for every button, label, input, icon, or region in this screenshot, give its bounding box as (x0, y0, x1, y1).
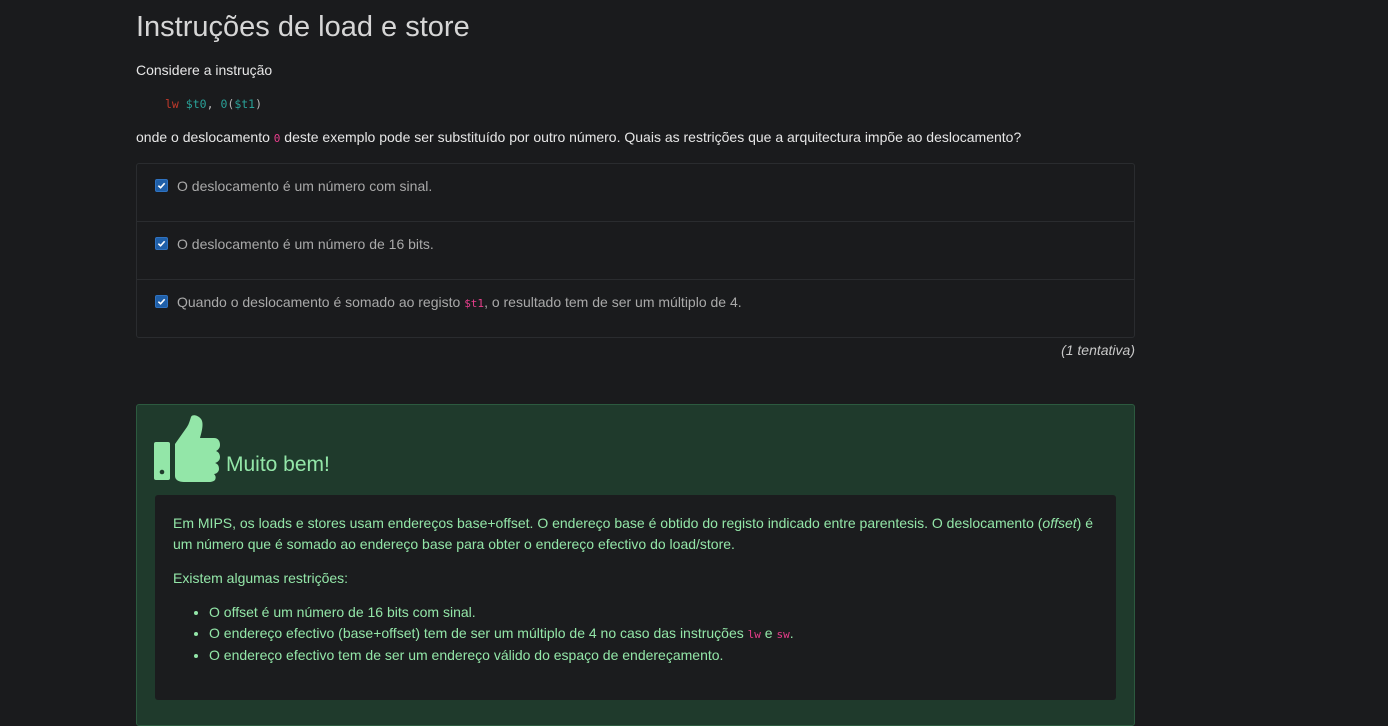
feedback-list: O offset é um número de 16 bits com sina… (173, 602, 1098, 666)
feedback-body: Em MIPS, os loads e stores usam endereço… (155, 495, 1116, 700)
feedback-p1-before: Em MIPS, os loads e stores usam endereço… (173, 515, 1043, 531)
option-label[interactable]: O deslocamento é um número de 16 bits. (177, 236, 434, 252)
attempts-count: (1 tentativa) (1061, 342, 1135, 358)
check-icon (157, 240, 166, 247)
bullet-code-lw: lw (747, 628, 761, 641)
list-item: O offset é um número de 16 bits com sina… (209, 602, 1098, 623)
checkbox-checked[interactable] (155, 295, 168, 308)
question-text: onde o deslocamento 0 deste exemplo pode… (136, 129, 1021, 145)
page-title: Instruções de load e store (136, 11, 470, 43)
feedback-panel: Muito bem! Em MIPS, os loads e stores us… (136, 404, 1135, 726)
code-comma: , (206, 97, 214, 111)
code-close-paren: ) (255, 97, 263, 111)
thumbs-up-icon (154, 414, 220, 487)
option-label-before: Quando o deslocamento é somado ao regist… (177, 294, 465, 310)
feedback-p1-em: offset (1042, 515, 1077, 531)
list-item: O endereço efectivo tem de ser um endere… (209, 645, 1098, 666)
checkbox-checked[interactable] (155, 237, 168, 250)
bullet-code-sw: sw (776, 628, 790, 641)
code-reg1: $t0 (185, 97, 207, 111)
bullet-mid: e (760, 625, 777, 641)
feedback-paragraph: Em MIPS, os loads e stores usam endereço… (173, 513, 1098, 555)
option-label[interactable]: O deslocamento é um número com sinal. (177, 178, 432, 194)
answer-option[interactable]: O deslocamento é um número com sinal. (137, 164, 1134, 222)
bullet-before: O endereço efectivo (base+offset) tem de… (209, 625, 748, 641)
check-icon (157, 298, 166, 305)
checkbox-checked[interactable] (155, 179, 168, 192)
intro-text: Considere a instrução (136, 62, 273, 78)
answer-options: O deslocamento é um número com sinal. O … (136, 163, 1135, 338)
option-label-after: , o resultado tem de ser um múltiplo de … (484, 294, 742, 310)
feedback-paragraph: Existem algumas restrições: (173, 570, 349, 586)
code-op: lw (165, 97, 179, 111)
option-label-code: $t1 (464, 297, 485, 310)
code-block: lw $t0, 0($t1) (165, 97, 262, 111)
question-before: onde o deslocamento (136, 129, 274, 145)
list-item: O endereço efectivo (base+offset) tem de… (209, 623, 1098, 645)
bullet-after: . (789, 625, 794, 641)
check-icon (157, 182, 166, 189)
option-label[interactable]: Quando o deslocamento é somado ao regist… (177, 294, 742, 310)
question-after: deste exemplo pode ser substituído por o… (280, 129, 1022, 145)
answer-option[interactable]: O deslocamento é um número de 16 bits. (137, 222, 1134, 280)
answer-option[interactable]: Quando o deslocamento é somado ao regist… (137, 280, 1134, 337)
code-reg2: $t1 (234, 97, 256, 111)
feedback-title: Muito bem! (226, 453, 330, 476)
